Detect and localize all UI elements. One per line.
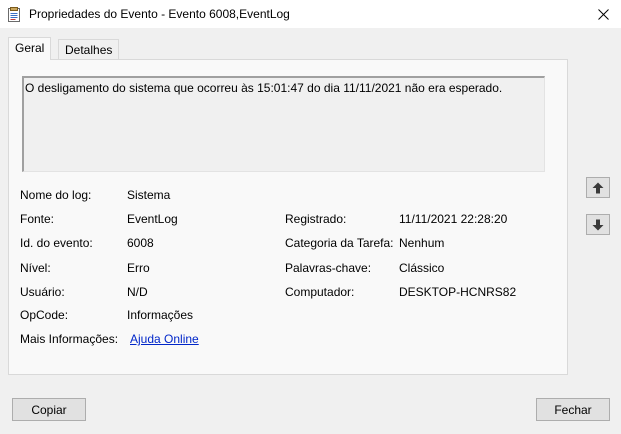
close-window-button[interactable] [590, 3, 616, 25]
tab-detalhes[interactable]: Detalhes [58, 39, 120, 59]
level-value: Erro [127, 261, 150, 275]
event-id-label: Id. do evento: [20, 236, 93, 250]
tab-label: Detalhes [65, 43, 113, 57]
tab-geral[interactable]: Geral [8, 37, 52, 60]
log-name-label: Nome do log: [20, 188, 92, 202]
close-icon [597, 8, 609, 20]
logged-value: 11/11/2021 22:28:20 [399, 212, 508, 226]
previous-event-button[interactable] [586, 177, 610, 198]
more-info-label: Mais Informações: [20, 332, 119, 346]
keywords-value: Clássico [399, 261, 445, 275]
event-properties-icon [8, 7, 20, 22]
source-value: EventLog [127, 212, 178, 226]
event-id-value: 6008 [127, 236, 154, 250]
event-description: O desligamento do sistema que ocorreu às… [25, 81, 503, 95]
window-title: Propriedades do Evento - Evento 6008,Eve… [29, 7, 290, 21]
copy-button-label: Copiar [31, 402, 67, 417]
level-label: Nível: [20, 261, 51, 275]
arrow-up-icon [592, 182, 604, 193]
user-label: Usuário: [20, 285, 65, 299]
arrow-down-icon [592, 219, 604, 230]
keywords-label: Palavras-chave: [285, 261, 372, 275]
copy-button[interactable]: Copiar [12, 398, 86, 421]
task-category-label: Categoria da Tarefa: [285, 236, 394, 250]
user-value: N/D [127, 285, 148, 299]
logged-label: Registrado: [285, 212, 347, 226]
log-name-value: Sistema [127, 188, 171, 202]
event-description-box[interactable]: O desligamento do sistema que ocorreu às… [22, 76, 545, 172]
online-help-link[interactable]: Ajuda Online [130, 332, 199, 346]
source-label: Fonte: [20, 212, 55, 226]
tab-label: Geral [15, 41, 45, 55]
close-button[interactable]: Fechar [536, 398, 610, 421]
close-button-label: Fechar [554, 402, 592, 417]
computer-value: DESKTOP-HCNRS82 [399, 285, 517, 299]
task-category-value: Nenhum [399, 236, 445, 250]
next-event-button[interactable] [586, 214, 610, 235]
computer-label: Computador: [285, 285, 355, 299]
opcode-value: Informações [127, 308, 194, 322]
opcode-label: OpCode: [20, 308, 69, 322]
title-bar: Propriedades do Evento - Evento 6008,Eve… [0, 0, 621, 28]
